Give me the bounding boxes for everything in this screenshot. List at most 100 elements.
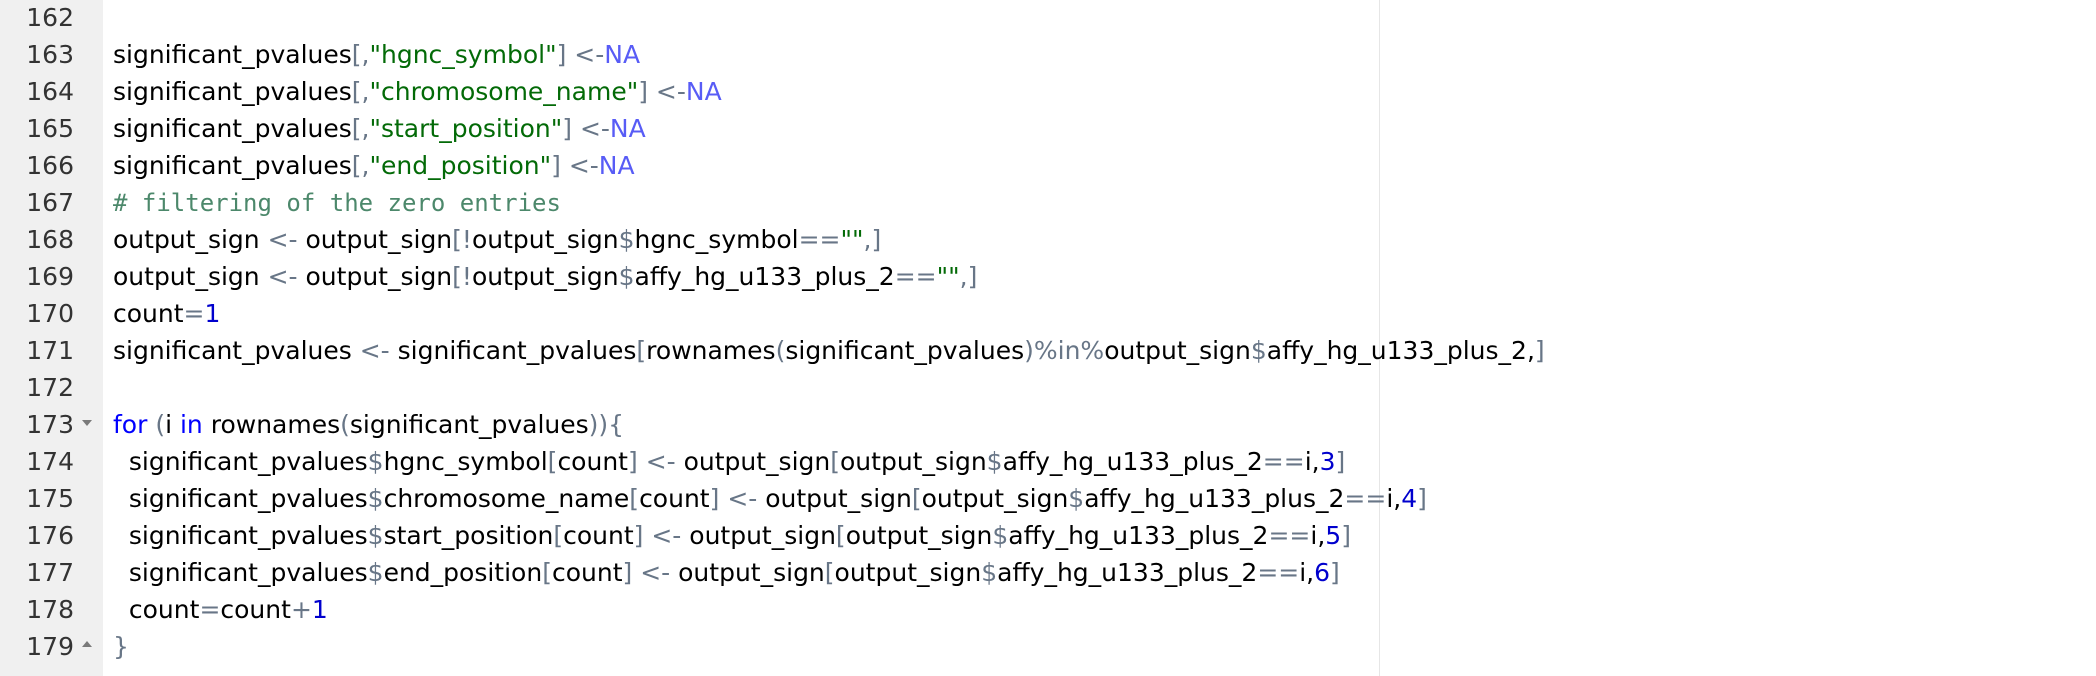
- code-token-operator: $: [992, 521, 1009, 550]
- code-token-identifier: significant_pvalues: [113, 447, 368, 476]
- code-token-operator: )){: [588, 410, 625, 439]
- code-token-identifier: count: [639, 484, 710, 513]
- line-number: 166: [26, 151, 74, 180]
- code-line[interactable]: 164 significant_pvalues[,"chromosome_name…: [0, 73, 2096, 110]
- code-line[interactable]: 173 for (i in rownames(significant_pvalue…: [0, 406, 2096, 443]
- code-token-string: "hgnc_symbol": [369, 40, 557, 69]
- code-line[interactable]: 179}: [0, 628, 2096, 665]
- line-number: 178: [26, 595, 74, 624]
- code-line[interactable]: 168 output_sign <- output_sign[!output_si…: [0, 221, 2096, 258]
- code-token-operator: [,: [351, 114, 370, 143]
- code-text[interactable]: # filtering of the zero entries: [113, 184, 561, 222]
- code-token-operator: [: [542, 558, 552, 587]
- code-text[interactable]: significant_pvalues[,"start_position"] <…: [113, 110, 646, 147]
- code-token-number: 1: [204, 299, 221, 328]
- code-line[interactable]: 178 count=count+1: [0, 591, 2096, 628]
- code-line[interactable]: 174 significant_pvalues$hgnc_symbol[coun…: [0, 443, 2096, 480]
- code-line[interactable]: 170 count=1: [0, 295, 2096, 332]
- line-number: 172: [26, 373, 74, 402]
- code-line[interactable]: 177 significant_pvalues$end_position[cou…: [0, 554, 2096, 591]
- code-token-operator: [: [830, 447, 841, 476]
- code-token-operator: <-: [568, 151, 599, 180]
- code-token-string: "start_position": [369, 114, 563, 143]
- code-token-identifier: i,: [1310, 521, 1326, 550]
- code-token-operator: (: [147, 410, 166, 439]
- code-line[interactable]: 167 # filtering of the zero entries: [0, 184, 2096, 221]
- code-token-identifier: affy_hg_u133_plus_2: [997, 558, 1258, 587]
- code-line[interactable]: 165 significant_pvalues[,"start_position"…: [0, 110, 2096, 147]
- code-token-identifier: i,: [1304, 447, 1320, 476]
- fold-expanded-icon[interactable]: [82, 420, 92, 426]
- code-token-identifier: output_sign: [471, 225, 619, 254]
- code-token-string: "": [936, 262, 960, 291]
- code-line[interactable]: 176 significant_pvalues$start_position[c…: [0, 517, 2096, 554]
- code-text[interactable]: count=1: [113, 295, 220, 332]
- code-token-identifier: count: [113, 299, 184, 328]
- line-number: 170: [26, 299, 74, 328]
- code-token-operator: <-: [359, 336, 390, 365]
- code-text[interactable]: output_sign <- output_sign[!output_sign$…: [113, 221, 881, 258]
- code-token-operator: ]: [556, 40, 575, 69]
- fold-end-icon[interactable]: [82, 641, 92, 647]
- code-text[interactable]: significant_pvalues <- significant_pvalu…: [113, 332, 1545, 369]
- code-token-identifier: affy_hg_u133_plus_2: [1008, 521, 1269, 550]
- code-token-string: "": [840, 225, 864, 254]
- code-token-operator: [: [553, 521, 564, 550]
- code-token-operator: $: [1068, 484, 1085, 513]
- code-text[interactable]: significant_pvalues$end_position[count] …: [113, 554, 1340, 591]
- code-line[interactable]: 171 significant_pvalues <- significant_pv…: [0, 332, 2096, 369]
- code-token-identifier: i,: [1386, 484, 1402, 513]
- code-token-identifier: output_sign: [297, 262, 453, 291]
- code-line[interactable]: 175 significant_pvalues$chromosome_name[…: [0, 480, 2096, 517]
- code-token-identifier: output_sign: [113, 262, 268, 291]
- code-token-operator: $: [1250, 336, 1267, 365]
- code-token-identifier: output_sign: [471, 262, 619, 291]
- code-token-operator: ==: [1257, 558, 1300, 587]
- code-token-identifier: i,: [1299, 558, 1315, 587]
- code-token-operator: ]: [638, 77, 656, 106]
- code-text[interactable]: }: [113, 628, 129, 665]
- code-text[interactable]: significant_pvalues$hgnc_symbol[count] <…: [113, 443, 1345, 480]
- code-line[interactable]: 172: [0, 369, 2096, 406]
- code-token-number: 6: [1314, 558, 1331, 587]
- code-editor[interactable]: 162 163 significant_pvalues[,"hgnc_symbol"…: [0, 0, 2096, 676]
- code-token-operator: <-: [267, 262, 298, 291]
- code-line[interactable]: 162: [0, 0, 2096, 36]
- code-text[interactable]: significant_pvalues$start_position[count…: [113, 517, 1351, 554]
- code-line[interactable]: 169 output_sign <- output_sign[!output_si…: [0, 258, 2096, 295]
- code-token-number: 1: [311, 595, 328, 624]
- code-text[interactable]: for (i in rownames(significant_pvalues))…: [113, 406, 624, 443]
- code-token-comment: # filtering of the zero entries: [113, 189, 561, 217]
- code-text[interactable]: significant_pvalues$chromosome_name[coun…: [113, 480, 1427, 517]
- code-text[interactable]: significant_pvalues[,"hgnc_symbol"] <-NA: [113, 36, 640, 73]
- code-text[interactable]: count=count+1: [113, 591, 328, 628]
- code-token-identifier: significant_pvalues: [113, 77, 352, 106]
- code-token-operator: ]: [633, 521, 652, 550]
- code-token-operator: (: [340, 410, 350, 439]
- code-token-identifier: output_sign: [297, 225, 453, 254]
- code-token-operator: $: [367, 447, 384, 476]
- code-text[interactable]: significant_pvalues[,"chromosome_name"] …: [113, 73, 722, 110]
- code-token-operator: ]: [627, 447, 646, 476]
- code-line[interactable]: 163 significant_pvalues[,"hgnc_symbol"] <…: [0, 36, 2096, 73]
- code-token-number: 4: [1401, 484, 1418, 513]
- line-number: 174: [26, 447, 74, 476]
- code-token-operator: (: [775, 336, 786, 365]
- code-token-keyword: in: [179, 410, 203, 439]
- line-number: 175: [26, 484, 74, 513]
- code-token-identifier: significant_pvalues: [113, 521, 368, 550]
- code-token-keyword: for: [113, 410, 148, 439]
- code-token-operator: )%in%: [1024, 336, 1105, 365]
- code-token-operator: ==: [1344, 484, 1387, 513]
- line-number: 167: [26, 188, 74, 217]
- code-text[interactable]: significant_pvalues[,"end_position"] <-N…: [113, 147, 635, 184]
- line-number: 162: [26, 3, 74, 32]
- code-line[interactable]: 166 significant_pvalues[,"end_position"] …: [0, 147, 2096, 184]
- line-number: 163: [26, 40, 74, 69]
- code-token-identifier: significant_pvalues: [389, 336, 637, 365]
- code-token-operator: ]: [1335, 447, 1346, 476]
- line-number: 171: [26, 336, 74, 365]
- code-text[interactable]: output_sign <- output_sign[!output_sign$…: [113, 258, 977, 295]
- code-token-identifier: affy_hg_u133_plus_2: [1084, 484, 1345, 513]
- code-token-string: "chromosome_name": [369, 77, 639, 106]
